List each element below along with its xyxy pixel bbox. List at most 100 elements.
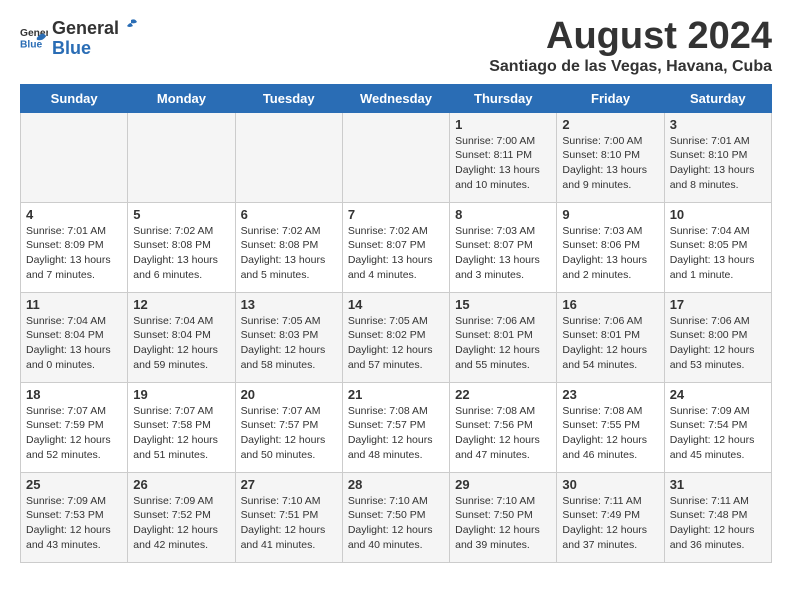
calendar-week-row: 25Sunrise: 7:09 AM Sunset: 7:53 PM Dayli… [21, 472, 772, 562]
main-title: August 2024 [489, 16, 772, 58]
cell-content: Sunrise: 7:07 AM Sunset: 7:59 PM Dayligh… [26, 404, 122, 463]
logo-blue: Blue [52, 38, 91, 58]
day-number: 9 [562, 207, 658, 222]
calendar-cell: 3Sunrise: 7:01 AM Sunset: 8:10 PM Daylig… [664, 112, 771, 202]
day-of-week-header: Tuesday [235, 84, 342, 112]
cell-content: Sunrise: 7:00 AM Sunset: 8:10 PM Dayligh… [562, 134, 658, 193]
day-number: 18 [26, 387, 122, 402]
day-number: 1 [455, 117, 551, 132]
calendar-cell [342, 112, 449, 202]
calendar-cell: 22 Sunrise: 7:08 AM Sunset: 7:56 PM Dayli… [450, 382, 557, 472]
calendar-cell: 23Sunrise: 7:08 AM Sunset: 7:55 PM Dayli… [557, 382, 664, 472]
day-number: 28 [348, 477, 444, 492]
calendar-cell: 13 Sunrise: 7:05 AM Sunset: 8:03 PM Dayli… [235, 292, 342, 382]
calendar-week-row: 11 Sunrise: 7:04 AM Sunset: 8:04 PM Dayli… [21, 292, 772, 382]
cell-content: Sunrise: 7:10 AM Sunset: 7:51 PM Dayligh… [241, 494, 337, 553]
day-number: 12 [133, 297, 229, 312]
day-of-week-header: Monday [128, 84, 235, 112]
calendar-cell: 18 Sunrise: 7:07 AM Sunset: 7:59 PM Dayli… [21, 382, 128, 472]
cell-content: Sunrise: 7:07 AM Sunset: 7:57 PM Dayligh… [241, 404, 337, 463]
cell-content: Sunrise: 7:09 AM Sunset: 7:54 PM Dayligh… [670, 404, 766, 463]
cell-content: Sunrise: 7:06 AM Sunset: 8:01 PM Dayligh… [562, 314, 658, 373]
day-number: 7 [348, 207, 444, 222]
calendar-cell: 26 Sunrise: 7:09 AM Sunset: 7:52 PM Dayli… [128, 472, 235, 562]
day-number: 8 [455, 207, 551, 222]
calendar-cell: 1 Sunrise: 7:00 AM Sunset: 8:11 PM Daylig… [450, 112, 557, 202]
cell-content: Sunrise: 7:04 AM Sunset: 8:05 PM Dayligh… [670, 224, 766, 283]
calendar-cell: 27 Sunrise: 7:10 AM Sunset: 7:51 PM Dayli… [235, 472, 342, 562]
calendar-cell: 29 Sunrise: 7:10 AM Sunset: 7:50 PM Dayli… [450, 472, 557, 562]
title-area: August 2024 Santiago de las Vegas, Havan… [489, 16, 772, 76]
calendar-header-row: SundayMondayTuesdayWednesdayThursdayFrid… [21, 84, 772, 112]
calendar-cell: 28Sunrise: 7:10 AM Sunset: 7:50 PM Dayli… [342, 472, 449, 562]
logo-general: General [52, 19, 119, 39]
cell-content: Sunrise: 7:06 AM Sunset: 8:01 PM Dayligh… [455, 314, 551, 373]
cell-content: Sunrise: 7:09 AM Sunset: 7:52 PM Dayligh… [133, 494, 229, 553]
day-number: 25 [26, 477, 122, 492]
cell-content: Sunrise: 7:10 AM Sunset: 7:50 PM Dayligh… [455, 494, 551, 553]
cell-content: Sunrise: 7:08 AM Sunset: 7:57 PM Dayligh… [348, 404, 444, 463]
day-number: 6 [241, 207, 337, 222]
calendar-cell: 6 Sunrise: 7:02 AM Sunset: 8:08 PM Daylig… [235, 202, 342, 292]
day-number: 16 [562, 297, 658, 312]
cell-content: Sunrise: 7:08 AM Sunset: 7:56 PM Dayligh… [455, 404, 551, 463]
calendar-cell [235, 112, 342, 202]
cell-content: Sunrise: 7:05 AM Sunset: 8:03 PM Dayligh… [241, 314, 337, 373]
day-of-week-header: Saturday [664, 84, 771, 112]
cell-content: Sunrise: 7:06 AM Sunset: 8:00 PM Dayligh… [670, 314, 766, 373]
calendar-cell: 7 Sunrise: 7:02 AM Sunset: 8:07 PM Daylig… [342, 202, 449, 292]
day-number: 27 [241, 477, 337, 492]
day-number: 24 [670, 387, 766, 402]
day-number: 29 [455, 477, 551, 492]
svg-text:Blue: Blue [20, 40, 43, 51]
calendar-body: 1 Sunrise: 7:00 AM Sunset: 8:11 PM Daylig… [21, 112, 772, 562]
cell-content: Sunrise: 7:04 AM Sunset: 8:04 PM Dayligh… [26, 314, 122, 373]
day-number: 20 [241, 387, 337, 402]
calendar-cell: 15Sunrise: 7:06 AM Sunset: 8:01 PM Dayli… [450, 292, 557, 382]
calendar-table: SundayMondayTuesdayWednesdayThursdayFrid… [20, 84, 772, 563]
day-number: 13 [241, 297, 337, 312]
cell-content: Sunrise: 7:04 AM Sunset: 8:04 PM Dayligh… [133, 314, 229, 373]
day-of-week-header: Wednesday [342, 84, 449, 112]
cell-content: Sunrise: 7:01 AM Sunset: 8:10 PM Dayligh… [670, 134, 766, 193]
cell-content: Sunrise: 7:02 AM Sunset: 8:08 PM Dayligh… [241, 224, 337, 283]
calendar-cell: 31Sunrise: 7:11 AM Sunset: 7:48 PM Dayli… [664, 472, 771, 562]
calendar-week-row: 18 Sunrise: 7:07 AM Sunset: 7:59 PM Dayli… [21, 382, 772, 472]
calendar-cell: 10 Sunrise: 7:04 AM Sunset: 8:05 PM Dayli… [664, 202, 771, 292]
calendar-cell: 5Sunrise: 7:02 AM Sunset: 8:08 PM Daylig… [128, 202, 235, 292]
calendar-cell: 16 Sunrise: 7:06 AM Sunset: 8:01 PM Dayli… [557, 292, 664, 382]
logo-icon: General Blue [20, 23, 48, 51]
day-number: 21 [348, 387, 444, 402]
day-number: 26 [133, 477, 229, 492]
cell-content: Sunrise: 7:01 AM Sunset: 8:09 PM Dayligh… [26, 224, 122, 283]
cell-content: Sunrise: 7:02 AM Sunset: 8:07 PM Dayligh… [348, 224, 444, 283]
cell-content: Sunrise: 7:03 AM Sunset: 8:06 PM Dayligh… [562, 224, 658, 283]
calendar-week-row: 4Sunrise: 7:01 AM Sunset: 8:09 PM Daylig… [21, 202, 772, 292]
calendar-cell: 4Sunrise: 7:01 AM Sunset: 8:09 PM Daylig… [21, 202, 128, 292]
day-of-week-header: Thursday [450, 84, 557, 112]
day-number: 31 [670, 477, 766, 492]
calendar-cell: 17Sunrise: 7:06 AM Sunset: 8:00 PM Dayli… [664, 292, 771, 382]
day-of-week-header: Friday [557, 84, 664, 112]
calendar-cell: 30Sunrise: 7:11 AM Sunset: 7:49 PM Dayli… [557, 472, 664, 562]
calendar-cell: 20 Sunrise: 7:07 AM Sunset: 7:57 PM Dayli… [235, 382, 342, 472]
cell-content: Sunrise: 7:00 AM Sunset: 8:11 PM Dayligh… [455, 134, 551, 193]
calendar-week-row: 1 Sunrise: 7:00 AM Sunset: 8:11 PM Daylig… [21, 112, 772, 202]
calendar-cell: 19 Sunrise: 7:07 AM Sunset: 7:58 PM Dayli… [128, 382, 235, 472]
calendar-cell: 24 Sunrise: 7:09 AM Sunset: 7:54 PM Dayli… [664, 382, 771, 472]
calendar-cell [21, 112, 128, 202]
day-number: 22 [455, 387, 551, 402]
subtitle: Santiago de las Vegas, Havana, Cuba [489, 58, 772, 76]
day-number: 5 [133, 207, 229, 222]
calendar-cell: 12 Sunrise: 7:04 AM Sunset: 8:04 PM Dayli… [128, 292, 235, 382]
day-number: 23 [562, 387, 658, 402]
header: General Blue General Blue August 2024 Sa… [20, 16, 772, 76]
calendar-cell: 21 Sunrise: 7:08 AM Sunset: 7:57 PM Dayli… [342, 382, 449, 472]
cell-content: Sunrise: 7:11 AM Sunset: 7:49 PM Dayligh… [562, 494, 658, 553]
day-number: 19 [133, 387, 229, 402]
day-number: 10 [670, 207, 766, 222]
cell-content: Sunrise: 7:07 AM Sunset: 7:58 PM Dayligh… [133, 404, 229, 463]
cell-content: Sunrise: 7:03 AM Sunset: 8:07 PM Dayligh… [455, 224, 551, 283]
logo: General Blue General Blue [20, 16, 139, 59]
day-number: 11 [26, 297, 122, 312]
